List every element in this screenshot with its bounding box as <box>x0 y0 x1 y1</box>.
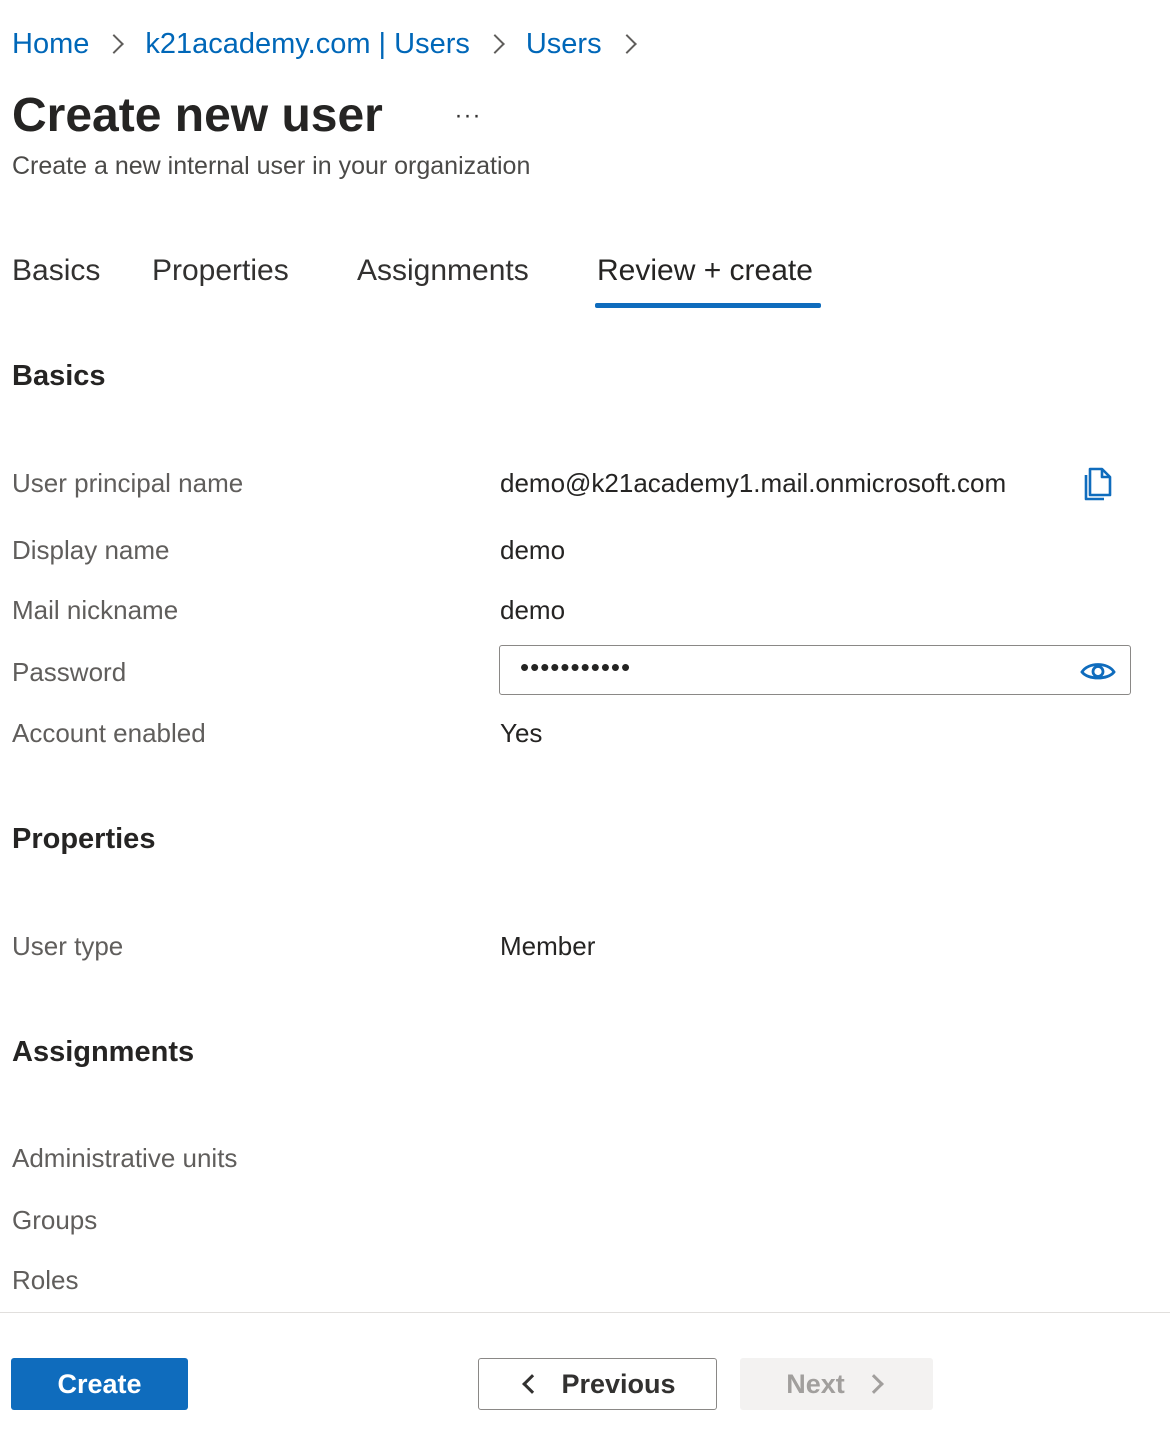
label-groups: Groups <box>12 1205 98 1235</box>
label-user-principal-name: User principal name <box>12 468 244 498</box>
label-password: Password <box>12 657 127 687</box>
create-button[interactable]: Create <box>11 1358 188 1410</box>
footer-divider <box>0 1312 1170 1313</box>
chevron-right-icon <box>104 34 125 54</box>
page-title: Create new user <box>12 89 383 142</box>
label-roles: Roles <box>12 1265 79 1295</box>
value-mail-nickname: demo <box>500 595 566 625</box>
next-button[interactable]: Next <box>740 1358 933 1410</box>
copy-icon <box>1084 467 1112 501</box>
chevron-right-icon <box>484 34 505 54</box>
breadcrumb: Home k21academy.com | Users Users <box>12 22 658 66</box>
page-subtitle: Create a new internal user in your organ… <box>12 152 531 180</box>
show-password-button[interactable] <box>1078 655 1118 687</box>
label-administrative-units: Administrative units <box>12 1143 238 1173</box>
tab-basics[interactable]: Basics <box>12 246 100 308</box>
more-options-button[interactable]: ··· <box>446 98 490 134</box>
next-button-label: Next <box>786 1368 845 1399</box>
tab-review-create[interactable]: Review + create <box>595 246 821 308</box>
chevron-right-icon <box>863 1374 884 1394</box>
previous-button-label: Previous <box>561 1368 676 1399</box>
label-display-name: Display name <box>12 535 170 565</box>
value-display-name: demo <box>500 535 566 565</box>
section-title-basics: Basics <box>12 360 106 392</box>
tab-list: Basics Properties Assignments Review + c… <box>0 246 1170 312</box>
value-user-principal-name: demo@k21academy1.mail.onmicrosoft.com <box>500 468 1007 498</box>
label-mail-nickname: Mail nickname <box>12 595 179 625</box>
label-user-type: User type <box>12 931 124 961</box>
tab-assignments[interactable]: Assignments <box>357 246 529 308</box>
copy-button[interactable] <box>1078 462 1122 506</box>
value-account-enabled: Yes <box>500 718 543 748</box>
label-account-enabled: Account enabled <box>12 718 206 748</box>
password-masked-value: ••••••••••• <box>520 652 632 682</box>
section-title-properties: Properties <box>12 823 156 855</box>
create-button-label: Create <box>57 1368 142 1399</box>
chevron-left-icon <box>522 1374 543 1394</box>
value-user-type: Member <box>500 931 596 961</box>
chevron-right-icon <box>616 34 637 54</box>
section-title-assignments: Assignments <box>12 1036 195 1068</box>
tab-properties[interactable]: Properties <box>152 246 289 308</box>
previous-button[interactable]: Previous <box>478 1358 717 1410</box>
breadcrumb-users[interactable]: Users <box>526 22 602 66</box>
password-field[interactable]: ••••••••••• <box>499 645 1131 695</box>
breadcrumb-home[interactable]: Home <box>12 22 89 66</box>
breadcrumb-tenant-users[interactable]: k21academy.com | Users <box>145 22 470 66</box>
create-user-page: Home k21academy.com | Users Users Create… <box>0 0 1170 1432</box>
eye-icon <box>1080 663 1116 680</box>
